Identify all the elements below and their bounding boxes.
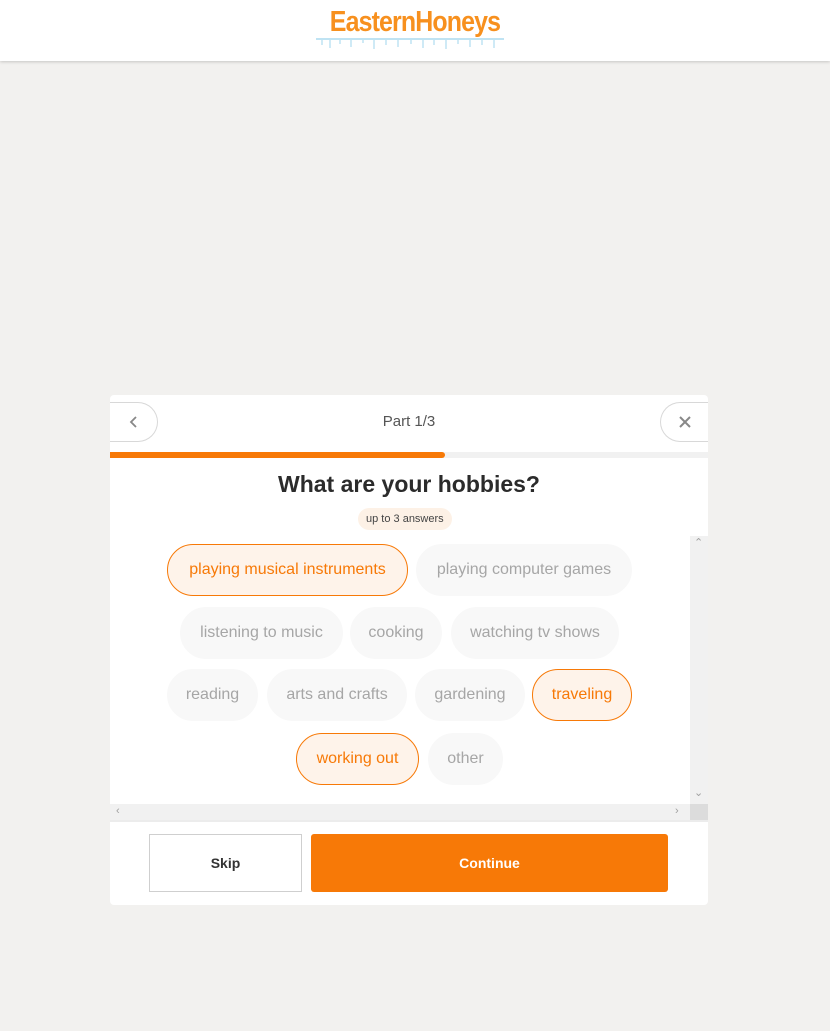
- hobbies-modal: Part 1/3 What are your hobbies? up to 3 …: [110, 395, 708, 905]
- scroll-up-icon[interactable]: ⌃: [694, 538, 703, 549]
- options-scroll-area: playing musical instruments playing comp…: [110, 536, 708, 820]
- option-chip[interactable]: arts and crafts: [267, 669, 407, 721]
- scrollbar-corner: [690, 804, 708, 820]
- logo-drip-decoration: [316, 38, 504, 49]
- vertical-scrollbar[interactable]: ⌃ ⌄: [690, 536, 708, 804]
- question-title: What are your hobbies?: [278, 471, 540, 497]
- site-logo[interactable]: EasternHoneys: [58, 6, 772, 39]
- option-chip[interactable]: listening to music: [180, 607, 343, 659]
- site-header: EasternHoneys: [0, 0, 830, 61]
- option-chip[interactable]: other: [428, 733, 503, 785]
- part-label: Part 1/3: [382, 413, 436, 430]
- progress-bar: [110, 452, 708, 458]
- close-button[interactable]: [660, 402, 708, 442]
- scroll-right-icon[interactable]: ›: [675, 806, 679, 817]
- continue-button[interactable]: Continue: [311, 834, 668, 892]
- answers-hint-badge: up to 3 answers: [358, 508, 452, 530]
- close-icon: [678, 416, 691, 428]
- scroll-down-icon[interactable]: ⌄: [694, 788, 703, 799]
- option-chip[interactable]: working out: [296, 733, 419, 785]
- option-chip[interactable]: cooking: [350, 607, 442, 659]
- option-chip[interactable]: reading: [167, 669, 258, 721]
- footer-divider: [110, 820, 708, 822]
- option-chip[interactable]: watching tv shows: [451, 607, 619, 659]
- option-chip[interactable]: playing musical instruments: [167, 544, 408, 596]
- progress-fill: [110, 452, 445, 458]
- skip-button[interactable]: Skip: [149, 834, 302, 892]
- option-chip[interactable]: gardening: [415, 669, 525, 721]
- scroll-left-icon[interactable]: ‹: [116, 806, 120, 817]
- option-chip[interactable]: playing computer games: [416, 544, 632, 596]
- option-chip[interactable]: traveling: [532, 669, 632, 721]
- horizontal-scrollbar[interactable]: ‹ ›: [110, 804, 690, 820]
